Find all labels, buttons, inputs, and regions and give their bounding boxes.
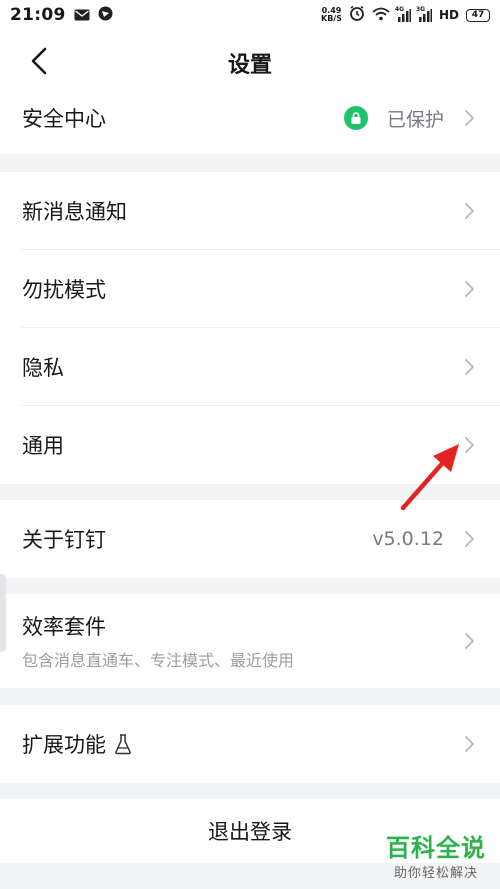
annotation-arrow-icon xyxy=(395,438,467,518)
status-bar: 21:09 0.49 KB/S 4G 3G HD 47 xyxy=(0,0,500,30)
battery-icon: 47 xyxy=(466,8,490,22)
row-efficiency-suite[interactable]: 效率套件 包含消息直通车、专注模式、最近使用 xyxy=(0,594,500,688)
watermark-subtitle: 助你轻松解决 xyxy=(393,866,478,881)
row-extensions[interactable]: 扩展功能 xyxy=(0,705,500,783)
app-notification-icon xyxy=(98,6,113,25)
row-label: 效率套件 xyxy=(22,615,106,639)
security-status: 已保护 xyxy=(386,108,444,131)
row-label: 新消息通知 xyxy=(22,200,127,224)
row-label: 通用 xyxy=(22,434,64,458)
chevron-right-icon xyxy=(465,633,474,649)
side-drag-handle[interactable] xyxy=(0,574,6,652)
chevron-right-icon xyxy=(465,203,474,219)
network-speed: 0.49 KB/S xyxy=(321,6,342,23)
row-label: 勿扰模式 xyxy=(22,278,106,302)
chevron-right-icon xyxy=(465,359,474,375)
app-version: v5.0.12 xyxy=(372,528,444,550)
row-label: 隐私 xyxy=(22,356,64,380)
chevron-right-icon xyxy=(465,531,474,547)
section-efficiency: 效率套件 包含消息直通车、专注模式、最近使用 xyxy=(0,594,500,688)
lock-icon xyxy=(344,106,368,130)
section-security: 安全中心 已保护 xyxy=(0,92,500,154)
alarm-icon xyxy=(349,5,365,25)
row-new-message-notification[interactable]: 新消息通知 xyxy=(0,172,500,250)
flask-icon xyxy=(114,733,132,755)
watermark-title: 百科全说 xyxy=(386,834,486,862)
wifi-icon xyxy=(372,6,390,25)
page-title: 设置 xyxy=(227,53,272,78)
signal-3g-icon: 3G xyxy=(416,6,432,22)
row-privacy[interactable]: 隐私 xyxy=(0,328,500,406)
section-extensions: 扩展功能 xyxy=(0,705,500,783)
row-security-center[interactable]: 安全中心 已保护 xyxy=(0,92,500,144)
chevron-right-icon xyxy=(465,736,474,752)
chevron-right-icon xyxy=(465,110,474,126)
watermark: 百科全说 助你轻松解决 xyxy=(386,834,486,881)
row-label: 关于钉钉 xyxy=(22,528,106,552)
row-do-not-disturb[interactable]: 勿扰模式 xyxy=(0,250,500,328)
chevron-right-icon xyxy=(465,281,474,297)
hd-indicator: HD xyxy=(438,8,459,22)
nav-bar: 设置 xyxy=(0,30,500,92)
row-subtitle: 包含消息直通车、专注模式、最近使用 xyxy=(22,651,295,670)
row-label: 安全中心 xyxy=(22,107,106,131)
status-time: 21:09 xyxy=(10,5,66,25)
signal-4g-icon: 4G xyxy=(395,6,411,22)
mail-icon xyxy=(74,6,90,25)
row-label: 扩展功能 xyxy=(22,733,106,757)
